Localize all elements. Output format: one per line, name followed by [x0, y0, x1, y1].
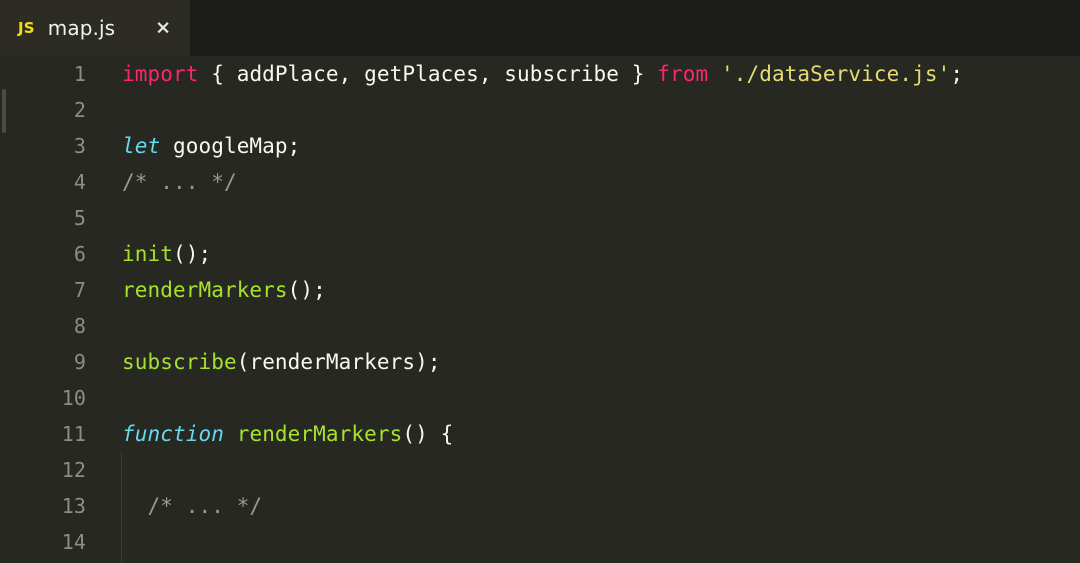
token-plain: { addPlace, getPlaces, subscribe }: [198, 62, 658, 86]
code-editor-window: JS map.js × 1 import { addPlace, getPlace…: [0, 0, 1080, 563]
line-content: subscribe(renderMarkers);: [122, 344, 441, 380]
line-content: function renderMarkers() {: [122, 416, 453, 452]
token-plain: googleMap;: [160, 134, 301, 158]
line-content: import { addPlace, getPlaces, subscribe …: [122, 56, 963, 92]
token-fn: subscribe: [122, 350, 237, 374]
token-fn: init: [122, 242, 173, 266]
token-fn: renderMarkers: [122, 278, 288, 302]
line-number: 11: [61, 422, 86, 446]
token-key: import: [122, 62, 199, 86]
code-line[interactable]: 11 function renderMarkers() {: [0, 416, 1080, 452]
token-comment: /* ... */: [122, 494, 263, 518]
tab-bar-empty-space: [190, 0, 1080, 56]
line-content: init();: [122, 236, 211, 272]
line-content: /* ... */: [122, 164, 237, 200]
code-line[interactable]: 1 import { addPlace, getPlaces, subscribe…: [0, 56, 1080, 92]
code-line[interactable]: 7 renderMarkers();: [0, 272, 1080, 308]
line-number: 8: [73, 314, 86, 338]
token-storage: function: [122, 422, 224, 446]
token-plain: (renderMarkers);: [236, 350, 441, 374]
code-line[interactable]: 5: [0, 200, 1080, 236]
token-fn: renderMarkers: [236, 422, 403, 446]
token-plain: () {: [402, 422, 454, 446]
code-line[interactable]: 3 let googleMap;: [0, 128, 1080, 164]
line-content: let googleMap;: [122, 128, 300, 164]
editor-tab-bar: JS map.js ×: [0, 0, 1080, 56]
code-line[interactable]: 6 init();: [0, 236, 1080, 272]
line-number: 14: [61, 530, 86, 554]
code-line[interactable]: 14: [0, 524, 1080, 560]
token-key: from: [657, 62, 709, 86]
line-number: 7: [73, 278, 86, 302]
token-plain: ();: [172, 242, 212, 266]
token-str: './dataService.js': [720, 62, 951, 86]
line-number: 3: [73, 134, 86, 158]
line-number: 1: [73, 62, 86, 86]
line-number: 6: [73, 242, 86, 266]
line-number: 9: [73, 350, 86, 374]
token-storage: let: [122, 134, 161, 158]
tab-map-js[interactable]: JS map.js ×: [0, 0, 190, 56]
code-line[interactable]: 4 /* ... */: [0, 164, 1080, 200]
code-line[interactable]: 2: [0, 92, 1080, 128]
token-plain: ();: [287, 278, 326, 302]
code-line[interactable]: 10: [0, 380, 1080, 416]
close-icon[interactable]: ×: [155, 18, 171, 38]
tab-title-label: map.js: [47, 16, 116, 40]
code-line[interactable]: 12: [0, 452, 1080, 488]
code-line[interactable]: 8: [0, 308, 1080, 344]
line-number: 12: [61, 458, 86, 482]
javascript-file-icon: JS: [18, 19, 35, 37]
code-line[interactable]: 13 /* ... */: [0, 488, 1080, 524]
token-comment: /* ... */: [122, 170, 237, 194]
line-content: /* ... */: [122, 488, 262, 524]
line-number: 2: [73, 98, 86, 122]
line-content: renderMarkers();: [122, 272, 326, 308]
line-number: 13: [61, 494, 86, 518]
code-editor-area[interactable]: 1 import { addPlace, getPlaces, subscribe…: [0, 56, 1080, 563]
line-number: 4: [73, 170, 86, 194]
code-line[interactable]: 9 subscribe(renderMarkers);: [0, 344, 1080, 380]
token-plain: ;: [950, 62, 964, 86]
line-number: 5: [73, 206, 86, 230]
line-number: 10: [61, 386, 86, 410]
code-line-list: 1 import { addPlace, getPlaces, subscribe…: [0, 56, 1080, 560]
